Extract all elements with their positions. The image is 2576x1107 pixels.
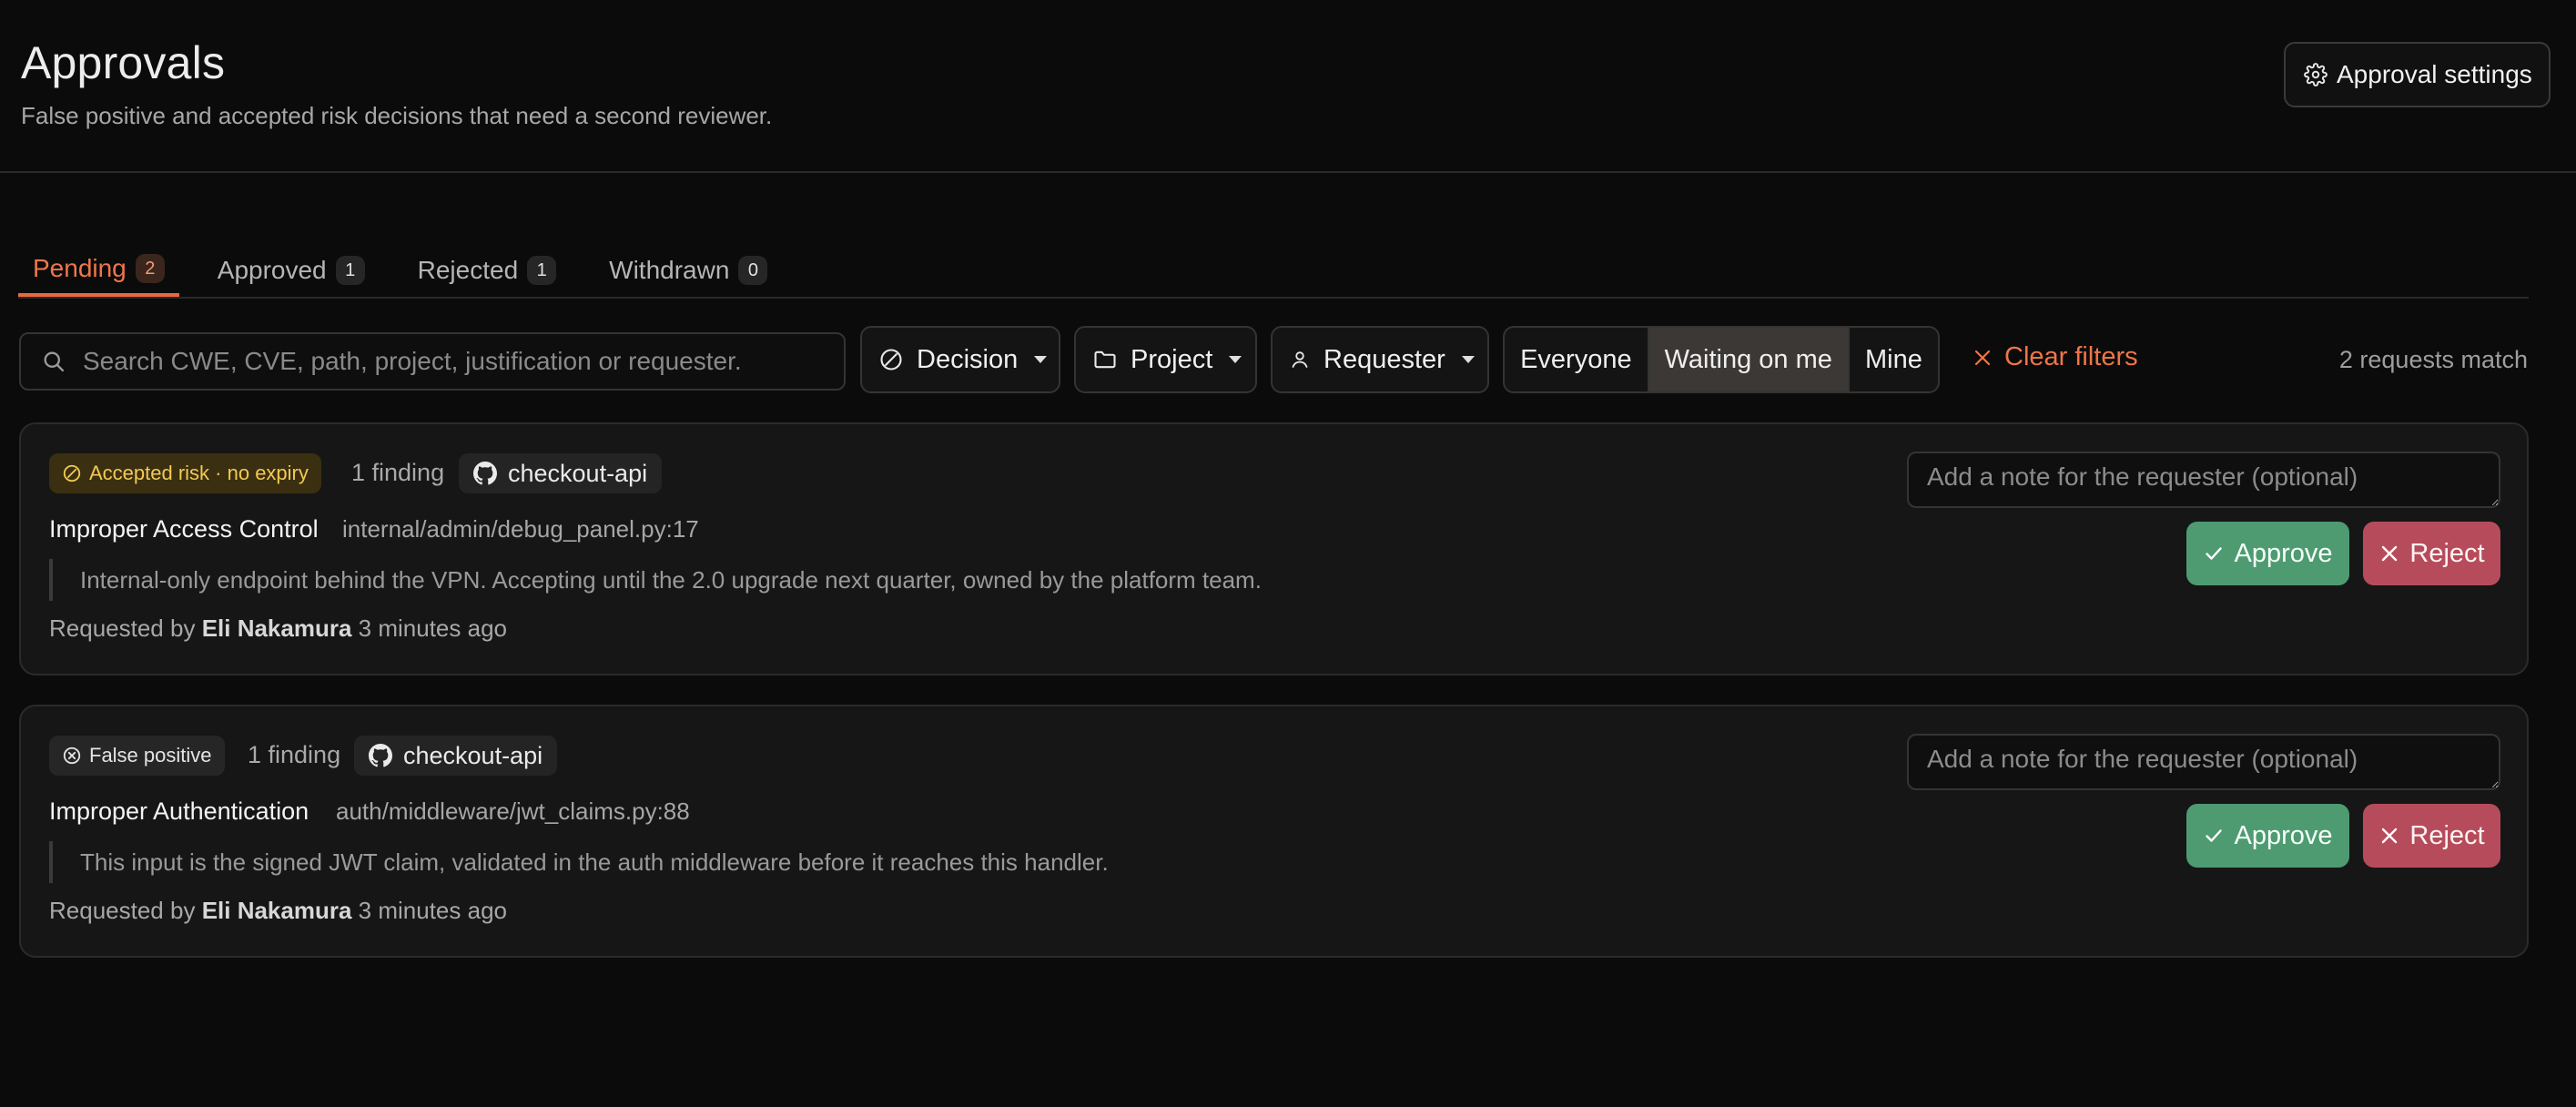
approve-label: Approve	[2234, 820, 2333, 850]
close-icon	[1972, 347, 1993, 369]
justification-quote: Internal-only endpoint behind the VPN. A…	[49, 559, 1262, 601]
approval-request-card: Accepted risk · no expiry 1 finding chec…	[19, 422, 2529, 675]
user-icon	[1289, 349, 1311, 371]
reviewer-note-input[interactable]	[1907, 452, 2500, 508]
requested-by-prefix: Requested by	[49, 897, 196, 924]
check-icon	[2203, 825, 2225, 847]
header-divider	[0, 171, 2576, 173]
request-time: 3 minutes ago	[358, 614, 507, 642]
segment-mine[interactable]: Mine	[1850, 328, 1938, 391]
requester-name: Eli Nakamura	[201, 897, 352, 924]
file-path: auth/middleware/jwt_claims.py:88	[336, 797, 690, 825]
search-icon	[41, 349, 66, 374]
requested-by-prefix: Requested by	[49, 614, 196, 642]
status-tabs: Pending 2 Approved 1 Rejected 1 Withdraw…	[18, 244, 782, 299]
finding-title: Improper Access Control	[49, 515, 319, 543]
tab-count-badge: 1	[527, 256, 557, 285]
decision-badge-label: Accepted risk · no expiry	[89, 462, 309, 484]
project-link[interactable]: checkout-api	[459, 453, 663, 493]
finding-title: Improper Authentication	[49, 797, 309, 825]
tab-label: Approved	[217, 256, 327, 284]
tab-label: Pending	[33, 254, 127, 282]
clear-filters-button[interactable]: Clear filters	[1972, 342, 2138, 372]
finding-count: 1 finding	[351, 459, 445, 486]
chevron-down-icon	[1034, 356, 1048, 363]
decision-filter-label: Decision	[917, 344, 1019, 374]
decision-filter-dropdown[interactable]: Decision	[860, 326, 1060, 393]
requested-by-line: Requested by Eli Nakamura 3 minutes ago	[49, 614, 507, 643]
github-icon	[369, 744, 392, 767]
close-icon	[2378, 825, 2400, 847]
tab-rejected[interactable]: Rejected 1	[403, 244, 572, 297]
reject-button[interactable]: Reject	[2363, 804, 2500, 868]
tab-approved[interactable]: Approved 1	[203, 244, 380, 297]
search-input[interactable]	[81, 346, 844, 377]
reject-label: Reject	[2409, 538, 2485, 568]
requester-filter-label: Requester	[1323, 344, 1445, 374]
approve-label: Approve	[2234, 538, 2333, 568]
request-time: 3 minutes ago	[358, 897, 507, 924]
approval-settings-label: Approval settings	[2337, 60, 2532, 88]
chevron-down-icon	[1229, 356, 1242, 363]
decision-badge: False positive	[49, 736, 225, 776]
requester-name: Eli Nakamura	[201, 614, 352, 642]
chevron-down-icon	[1461, 356, 1475, 363]
decision-icon	[878, 347, 904, 372]
requester-filter-dropdown[interactable]: Requester	[1271, 326, 1489, 393]
check-icon	[2203, 543, 2225, 564]
false-positive-icon	[62, 746, 82, 766]
segment-everyone[interactable]: Everyone	[1505, 328, 1649, 391]
tab-label: Withdrawn	[609, 256, 730, 284]
results-count: 2 requests match	[2338, 346, 2528, 373]
tab-label: Rejected	[417, 256, 519, 284]
close-icon	[2378, 543, 2400, 564]
segment-waiting-on-me[interactable]: Waiting on me	[1648, 328, 1850, 391]
file-path: internal/admin/debug_panel.py:17	[342, 515, 699, 543]
decision-badge-label: False positive	[89, 744, 212, 767]
justification-quote: This input is the signed JWT claim, vali…	[49, 841, 1109, 883]
reject-label: Reject	[2409, 820, 2485, 850]
project-filter-label: Project	[1131, 344, 1213, 374]
approval-settings-button[interactable]: Approval settings	[2284, 42, 2551, 107]
tab-withdrawn[interactable]: Withdrawn 0	[594, 244, 782, 297]
page-subtitle: False positive and accepted risk decisio…	[21, 102, 773, 129]
decision-badge: Accepted risk · no expiry	[49, 453, 321, 493]
requested-by-line: Requested by Eli Nakamura 3 minutes ago	[49, 897, 507, 925]
tab-count-badge: 1	[335, 256, 365, 285]
folder-icon	[1092, 347, 1118, 372]
reviewer-note-input[interactable]	[1907, 734, 2500, 790]
finding-count: 1 finding	[248, 741, 341, 768]
approval-request-card: False positive 1 finding checkout-api Im…	[19, 705, 2529, 958]
project-name: checkout-api	[508, 459, 648, 487]
clear-filters-label: Clear filters	[2004, 342, 2138, 371]
reviewer-segmented-control: Everyone Waiting on me Mine	[1503, 326, 1940, 393]
tabs-divider	[18, 297, 2529, 299]
project-name: checkout-api	[403, 741, 543, 769]
reject-button[interactable]: Reject	[2363, 522, 2500, 585]
approve-button[interactable]: Approve	[2186, 522, 2349, 585]
github-icon	[473, 462, 497, 485]
project-filter-dropdown[interactable]: Project	[1074, 326, 1257, 393]
tab-pending[interactable]: Pending 2	[18, 244, 179, 297]
gear-icon	[2304, 63, 2328, 86]
search-box	[19, 332, 846, 391]
project-link[interactable]: checkout-api	[354, 736, 558, 776]
page-title: Approvals	[21, 37, 226, 88]
tab-count-badge: 2	[135, 254, 165, 283]
approve-button[interactable]: Approve	[2186, 804, 2349, 868]
tab-count-badge: 0	[738, 256, 768, 285]
accepted-risk-icon	[62, 463, 82, 483]
